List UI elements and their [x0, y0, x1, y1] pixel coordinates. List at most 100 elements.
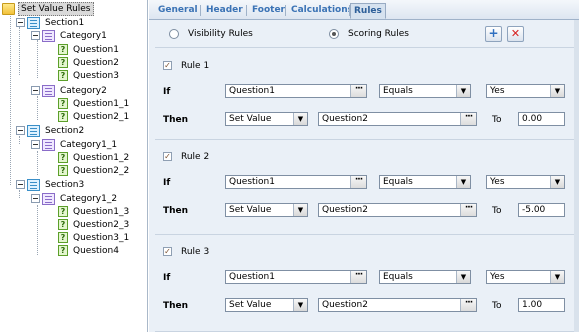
plus-icon: + [488, 26, 499, 40]
tab-general[interactable]: General [155, 3, 201, 19]
tree-item-section2[interactable]: Section2 [16, 124, 86, 137]
tree-item-question2[interactable]: ? Question2 [58, 56, 121, 69]
value-input[interactable]: 1.00 [518, 298, 565, 312]
browse-button[interactable]: ··· [350, 85, 366, 97]
browse-button[interactable]: ··· [460, 299, 476, 311]
target-question-field[interactable]: Question2 ··· [318, 298, 477, 312]
tree-line [19, 27, 20, 75]
chevron-down-icon[interactable]: ▼ [456, 176, 470, 188]
collapse-icon[interactable] [31, 194, 40, 203]
question-icon: ? [58, 70, 68, 81]
operator-value: Equals [383, 86, 413, 96]
rule-title: Rule 2 [181, 152, 210, 162]
tree-item-section1[interactable]: Section1 [16, 16, 86, 29]
delete-rule-button[interactable]: ✕ [507, 26, 524, 42]
chevron-down-icon[interactable]: ▼ [456, 271, 470, 283]
tree-item-label: Question2 [73, 57, 119, 68]
tab-footer[interactable]: Footer [249, 3, 288, 19]
tree-item-question1-3[interactable]: ? Question1_3 [58, 205, 131, 218]
collapse-icon[interactable] [31, 140, 40, 149]
tree-item-category2[interactable]: Category2 [31, 84, 109, 97]
chevron-down-icon[interactable]: ▼ [293, 299, 307, 311]
section-icon [27, 178, 40, 191]
if-question-field[interactable]: Question1 ··· [225, 270, 367, 284]
tree-line [37, 96, 38, 120]
scoring-rules-radio[interactable] [329, 29, 339, 39]
section-icon [27, 124, 40, 137]
category-icon [42, 192, 55, 205]
operator-select[interactable]: Equals ▼ [379, 84, 471, 98]
action-select[interactable]: Set Value ▼ [225, 203, 308, 217]
answer-value: Yes [490, 86, 505, 96]
chevron-down-icon[interactable]: ▼ [293, 113, 307, 125]
chevron-down-icon[interactable]: ▼ [293, 204, 307, 216]
collapse-icon[interactable] [31, 31, 40, 40]
value-input[interactable]: 0.00 [518, 112, 565, 126]
chevron-down-icon[interactable]: ▼ [550, 85, 564, 97]
question-icon: ? [58, 165, 68, 176]
tree-item-category1[interactable]: Category1 [31, 29, 109, 42]
value-input[interactable]: -5.00 [518, 203, 565, 217]
operator-select[interactable]: Equals ▼ [379, 270, 471, 284]
then-label: Then [163, 115, 189, 125]
if-question-field[interactable]: Question1 ··· [225, 84, 367, 98]
rule-checkbox[interactable]: ✓ [163, 61, 172, 70]
tab-calculations[interactable]: Calculations [288, 3, 356, 19]
tab-header[interactable]: Header [203, 3, 246, 19]
answer-value: Yes [490, 272, 505, 282]
target-question-field[interactable]: Question2 ··· [318, 112, 477, 126]
tree-item-question1-2[interactable]: ? Question1_2 [58, 151, 131, 164]
tree-item-question3-1[interactable]: ? Question3_1 [58, 231, 131, 244]
answer-select[interactable]: Yes ▼ [486, 270, 565, 284]
action-value: Set Value [229, 205, 272, 215]
tab-rules[interactable]: Rules [350, 3, 386, 19]
chevron-down-icon[interactable]: ▼ [550, 176, 564, 188]
tree-item-question4[interactable]: ? Question4 [58, 244, 121, 257]
chevron-down-icon[interactable]: ▼ [550, 271, 564, 283]
tree-item-question1[interactable]: ? Question1 [58, 43, 121, 56]
rule-checkbox[interactable]: ✓ [163, 247, 172, 256]
scoring-rules-option[interactable]: Scoring Rules [329, 29, 409, 39]
visibility-rules-option[interactable]: Visibility Rules [169, 29, 253, 39]
tree-root[interactable]: Set Value Rules [2, 1, 94, 16]
browse-button[interactable]: ··· [350, 271, 366, 283]
rule-checkbox[interactable]: ✓ [163, 152, 172, 161]
collapse-icon[interactable] [31, 86, 40, 95]
tree-item-category1-2[interactable]: Category1_2 [31, 192, 119, 205]
answer-select[interactable]: Yes ▼ [486, 84, 565, 98]
tree-item-section3[interactable]: Section3 [16, 178, 86, 191]
question-icon: ? [58, 232, 68, 243]
tree-item-category1-1[interactable]: Category1_1 [31, 138, 119, 151]
delete-icon: ✕ [510, 27, 521, 40]
collapse-icon[interactable] [16, 18, 25, 27]
browse-button[interactable]: ··· [460, 204, 476, 216]
target-question-field[interactable]: Question2 ··· [318, 203, 477, 217]
collapse-icon[interactable] [16, 126, 25, 135]
if-question-field[interactable]: Question1 ··· [225, 175, 367, 189]
tree-item-question3[interactable]: ? Question3 [58, 69, 121, 82]
rule-block: ✓ Rule 2 If Question1 ··· Equals ▼ Yes ▼… [155, 140, 575, 235]
action-select[interactable]: Set Value ▼ [225, 112, 308, 126]
browse-button[interactable]: ··· [460, 113, 476, 125]
question-icon: ? [58, 219, 68, 230]
tree-item-question2-2[interactable]: ? Question2_2 [58, 164, 131, 177]
add-rule-button[interactable]: + [485, 26, 502, 42]
answer-select[interactable]: Yes ▼ [486, 175, 565, 189]
action-select[interactable]: Set Value ▼ [225, 298, 308, 312]
target-question-value: Question2 [322, 114, 368, 124]
folder-icon [2, 2, 15, 15]
action-value: Set Value [229, 300, 272, 310]
tree-item-question2-3[interactable]: ? Question2_3 [58, 218, 131, 231]
answer-value: Yes [490, 177, 505, 187]
tree-item-question1-1[interactable]: ? Question1_1 [58, 97, 131, 110]
tree-item-question2-1[interactable]: ? Question2_1 [58, 110, 131, 123]
visibility-rules-radio[interactable] [169, 29, 179, 39]
browse-button[interactable]: ··· [350, 176, 366, 188]
operator-select[interactable]: Equals ▼ [379, 175, 471, 189]
tree-line [19, 190, 20, 198]
scrollbar[interactable] [574, 20, 579, 332]
collapse-icon[interactable] [16, 180, 25, 189]
tree-item-label: Question3 [73, 70, 119, 81]
chevron-down-icon[interactable]: ▼ [456, 85, 470, 97]
tree-line [37, 205, 38, 255]
